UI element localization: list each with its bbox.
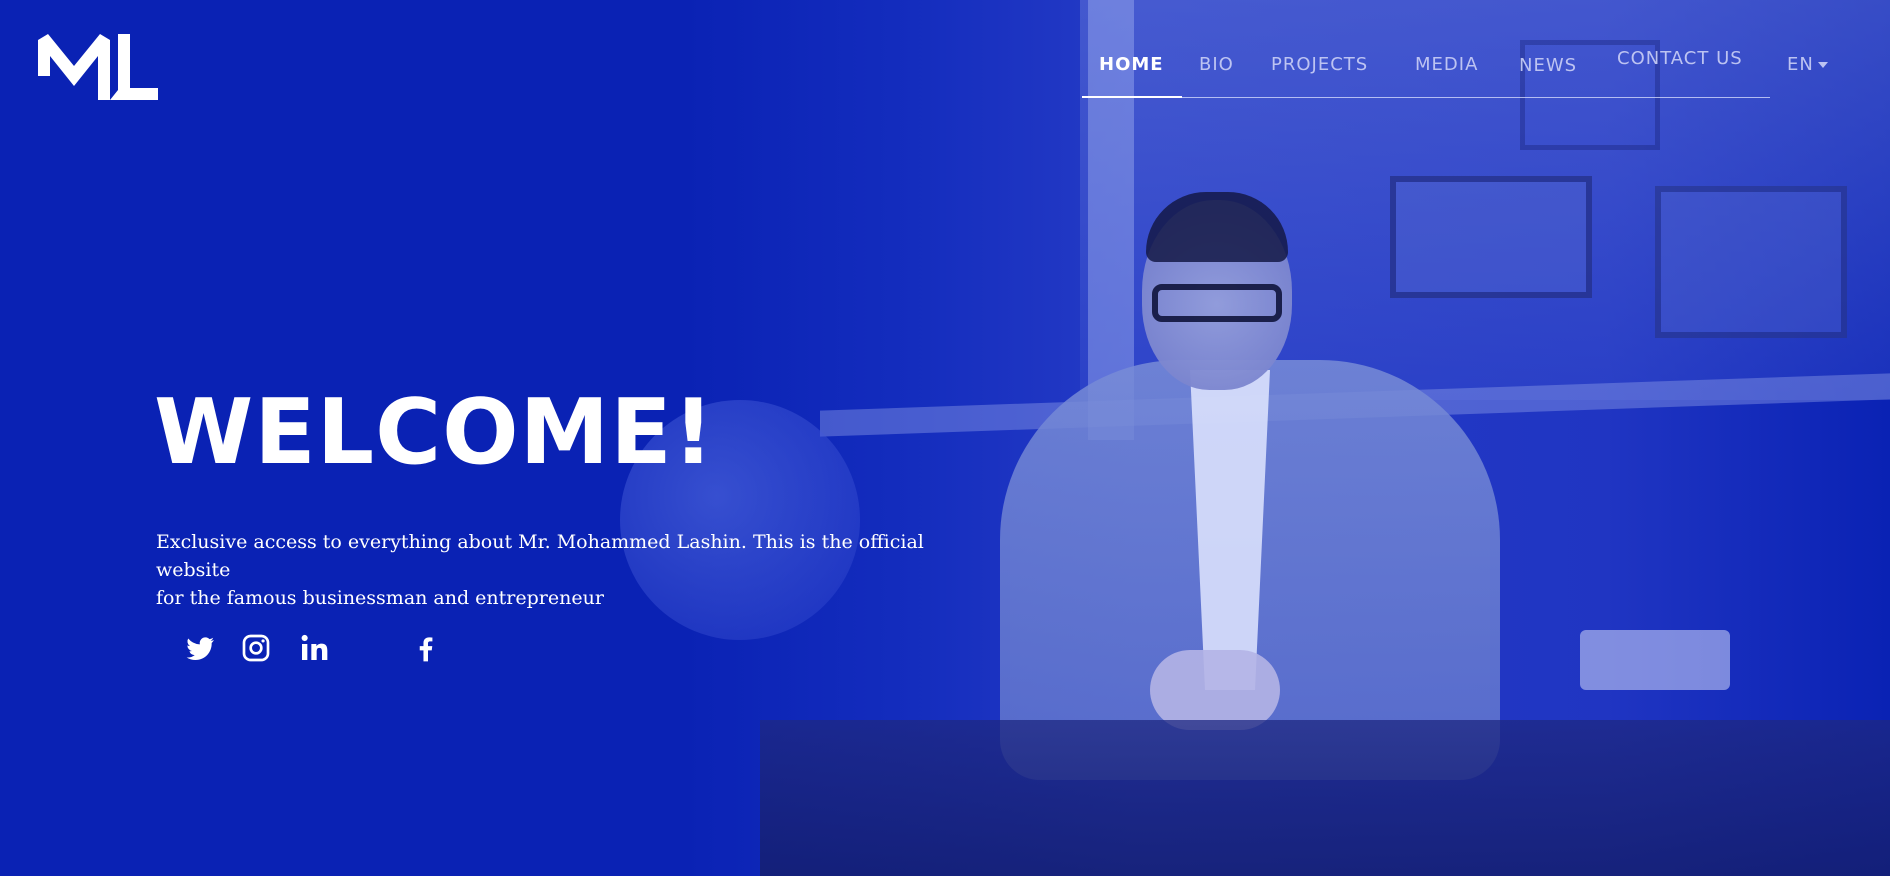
hero-title: WELCOME!	[154, 380, 715, 485]
scene-wall-picture	[1390, 176, 1592, 298]
scene-desk	[760, 720, 1890, 876]
ml-logo-icon	[38, 34, 158, 100]
instagram-icon[interactable]	[240, 632, 272, 664]
facebook-icon[interactable]	[410, 632, 442, 664]
nav-item-media[interactable]: MEDIA	[1415, 54, 1478, 75]
twitter-icon[interactable]	[184, 632, 216, 664]
language-selector[interactable]: EN	[1787, 54, 1828, 75]
nav-item-news[interactable]: NEWS	[1519, 55, 1577, 76]
caret-down-icon	[1817, 62, 1828, 68]
nav-item-bio[interactable]: BIO	[1199, 54, 1234, 75]
nav-item-contact-us[interactable]: CONTACT US	[1617, 48, 1743, 69]
scene-person-glasses	[1152, 284, 1282, 322]
nav-underline-divider	[1082, 97, 1770, 98]
language-label: EN	[1787, 54, 1814, 75]
nav-item-home[interactable]: HOME	[1099, 54, 1164, 75]
linkedin-icon[interactable]	[298, 632, 330, 664]
hero-subtitle: Exclusive access to everything about Mr.…	[156, 528, 976, 612]
scene-person-hands	[1150, 650, 1280, 730]
ml-monogram-logo[interactable]	[38, 34, 158, 100]
hero-subtitle-line-2: for the famous businessman and entrepren…	[156, 587, 604, 609]
hero-subtitle-line-1: Exclusive access to everything about Mr.…	[156, 531, 924, 581]
scene-model-airplane	[1580, 630, 1730, 690]
nav-active-indicator	[1082, 96, 1182, 98]
nav-item-projects[interactable]: PROJECTS	[1271, 54, 1368, 75]
scene-wall-picture	[1655, 186, 1847, 338]
